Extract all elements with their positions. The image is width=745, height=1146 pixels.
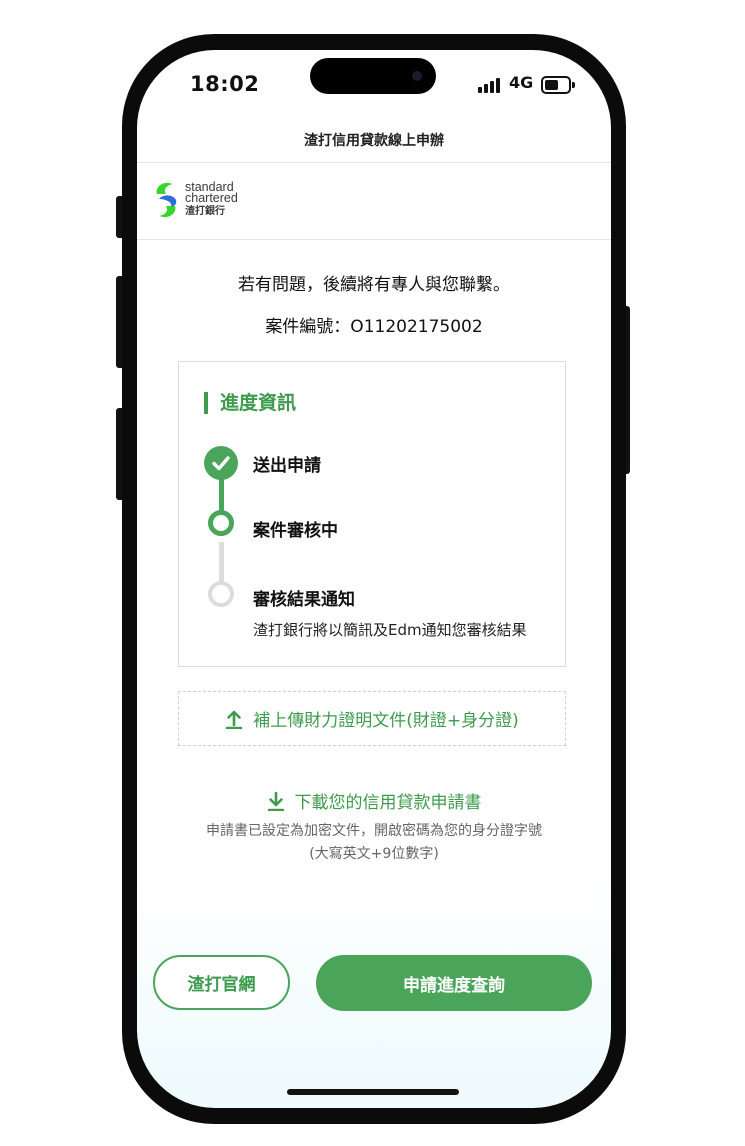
phone-screen: 18:02 4G 渣打信用貸款線上申辦 standard chartered 渣… <box>137 50 611 1108</box>
contact-note: 若有問題，後續將有專人與您聯繫。 <box>238 275 510 295</box>
progress-query-button[interactable]: 申請進度查詢 <box>316 955 592 1011</box>
header-divider <box>137 162 611 163</box>
password-note: 申請書已設定為加密文件，開啟密碼為您的身分證字號 (大寫英文+9位數字) <box>167 820 581 866</box>
upload-icon <box>225 710 243 729</box>
upload-documents-button[interactable]: 補上傳財力證明文件(財證+身分證) <box>178 691 566 746</box>
step-label-reviewing: 案件審核中 <box>253 521 338 541</box>
download-label: 下載您的信用貸款申請書 <box>294 793 482 813</box>
download-icon <box>267 791 284 811</box>
download-application-link[interactable]: 下載您的信用貸款申請書 <box>137 788 611 813</box>
step-current-dot-icon <box>208 510 234 536</box>
progress-card: 進度資訊 送出申請 案件審核中 審核結果通知 渣打銀行將以簡訊及Edm通知您審核… <box>178 361 566 667</box>
logo-line-chartered: chartered <box>185 191 238 205</box>
logo-text: standard chartered 渣打銀行 <box>185 181 238 218</box>
step-label-result: 審核結果通知 <box>253 590 355 610</box>
official-website-button[interactable]: 渣打官網 <box>153 955 290 1010</box>
case-number: 案件編號：O11202175002 <box>265 317 483 337</box>
status-time: 18:02 <box>190 72 260 96</box>
password-note-line1: 申請書已設定為加密文件，開啟密碼為您的身分證字號 <box>206 823 542 839</box>
progress-title: 進度資訊 <box>204 392 296 414</box>
step-desc-result: 渣打銀行將以簡訊及Edm通知您審核結果 <box>253 621 527 639</box>
step-pending-dot-icon <box>208 581 234 607</box>
password-note-line2: (大寫英文+9位數字) <box>309 846 439 862</box>
upload-label: 補上傳財力證明文件(財證+身分證) <box>253 711 519 731</box>
battery-icon <box>541 76 575 94</box>
step-label-submitted: 送出申請 <box>253 456 321 476</box>
dynamic-island <box>310 58 436 94</box>
camera-icon <box>412 71 422 81</box>
signal-icon <box>478 77 504 93</box>
logo-mark-icon <box>156 182 177 218</box>
network-type: 4G <box>509 73 534 92</box>
page-title: 渣打信用貸款線上申辦 <box>304 133 444 149</box>
step-done-check-icon <box>204 446 238 480</box>
logo-line-chinese: 渣打銀行 <box>185 206 225 217</box>
standard-chartered-logo: standard chartered 渣打銀行 <box>153 180 273 224</box>
home-indicator[interactable] <box>287 1089 459 1095</box>
